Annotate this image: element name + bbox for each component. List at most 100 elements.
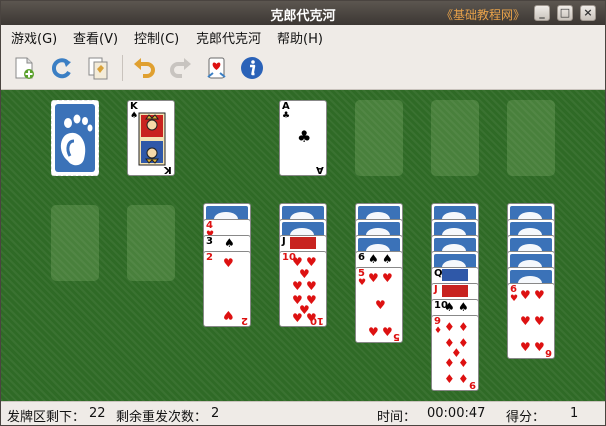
king-face-art xyxy=(138,112,166,166)
tableau-card[interactable]: 5 ♥ ♥ ♥ ♥ ♥ ♥ 5 xyxy=(355,267,403,343)
spade-pip-icon: ♠ xyxy=(368,252,379,266)
diamond-pip-icon: ♦ xyxy=(458,356,469,370)
foundation-2[interactable] xyxy=(355,100,403,176)
heart-pip-icon: ♥ xyxy=(520,340,531,354)
heart-pip-icon: ♥ xyxy=(534,314,545,328)
card-suit: ♦ xyxy=(434,326,443,336)
tableau-2-empty[interactable] xyxy=(127,205,175,281)
heart-pip-icon: ♥ xyxy=(382,271,393,285)
stock-count-value: 22 xyxy=(89,406,106,421)
menu-help[interactable]: 帮助(H) xyxy=(277,28,323,47)
stock-count-label: 发牌区剩下： xyxy=(7,410,86,425)
heart-pip-icon: ♥ xyxy=(292,279,303,293)
card-rank-bottom: 10 xyxy=(310,315,324,326)
menu-view[interactable]: 查看(V) xyxy=(73,28,118,47)
card-rank-bottom: 9 xyxy=(469,379,476,390)
heart-pip-icon: ♥ xyxy=(292,311,303,325)
redo-button[interactable] xyxy=(168,55,194,81)
card-rank: J xyxy=(282,236,286,247)
watermark-text: 《基础教程网》 xyxy=(441,8,526,22)
card-rank-bottom: 2 xyxy=(241,315,248,326)
card-rank: 3 xyxy=(206,236,213,247)
score-value: 1 xyxy=(570,406,579,421)
heart-pip-icon: ♥ xyxy=(520,288,531,302)
card-rank: 2 xyxy=(206,252,213,263)
menu-control[interactable]: 控制(C) xyxy=(134,28,179,47)
time-value: 00:00:47 xyxy=(427,406,486,421)
foundation-1[interactable]: A ♣ ♣ A xyxy=(279,100,327,176)
redeals-label: 剩余重发次数： xyxy=(116,410,208,425)
toolbar-separator xyxy=(122,55,123,81)
card-rank: J xyxy=(434,284,438,295)
undo-button[interactable] xyxy=(131,55,157,81)
title-bar[interactable]: 克郎代克河 《基础教程网》 _ □ × xyxy=(1,1,605,25)
score-label: 得分： xyxy=(506,410,546,425)
restart-icon xyxy=(51,58,71,79)
waste-pile-card[interactable]: K ♠ K xyxy=(127,100,175,176)
minimize-button[interactable]: _ xyxy=(534,5,550,21)
heart-pip-icon: ♥ xyxy=(520,314,531,328)
info-icon xyxy=(241,57,263,79)
jack-face-art xyxy=(442,285,468,297)
diamond-pip-icon: ♦ xyxy=(444,356,455,370)
heart-pip-icon: ♥ xyxy=(375,298,386,312)
deal-icon xyxy=(207,57,226,79)
tableau-card[interactable]: 9 ♦ ♦ ♦ ♦ ♦ ♦ ♦ ♦ ♦ ♦ 9 xyxy=(431,315,479,391)
spade-pip-icon: ♠ xyxy=(382,252,393,266)
new-game-icon xyxy=(15,57,34,79)
restart-button[interactable] xyxy=(48,55,74,81)
tableau-card[interactable]: 2 ♥ ♥ 2 xyxy=(203,251,251,327)
club-pip-icon: ♣ xyxy=(297,127,312,146)
foundation-4[interactable] xyxy=(507,100,555,176)
menu-klondike[interactable]: 克郎代克河 xyxy=(196,28,261,47)
heart-pip-icon: ♥ xyxy=(382,325,393,339)
tableau-card[interactable]: 6 ♥ ♥ ♥ ♥ ♥ ♥ ♥ 6 xyxy=(507,283,555,359)
close-button[interactable]: × xyxy=(580,5,596,21)
spade-pip-icon: ♠ xyxy=(224,236,235,250)
diamond-pip-icon: ♦ xyxy=(458,372,469,386)
heart-pip-icon: ♥ xyxy=(534,340,545,354)
diamond-pip-icon: ♦ xyxy=(444,320,455,334)
tableau-card[interactable]: 10 ♥ ♥ ♥ ♥ ♥ ♥ ♥ ♥ ♥ ♥ 10 xyxy=(279,251,327,327)
tableau-1-empty[interactable] xyxy=(51,205,99,281)
spade-pip-icon: ♠ xyxy=(458,300,469,314)
foundation-3[interactable] xyxy=(431,100,479,176)
heart-pip-icon: ♥ xyxy=(368,325,379,339)
diamond-pip-icon: ♦ xyxy=(444,372,455,386)
card-suit: ♥ xyxy=(510,294,519,304)
game-table: K ♠ K A ♣ ♣ A 4 3 ♠ 2 ♥ ♥ 2 J 10 ♥ ♥ ♥ ♥… xyxy=(1,90,605,401)
undo-icon xyxy=(134,58,155,78)
menu-game[interactable]: 游戏(G) xyxy=(11,28,57,47)
maximize-button[interactable]: □ xyxy=(557,5,573,21)
toolbar xyxy=(1,47,605,90)
diamond-pip-icon: ♦ xyxy=(458,320,469,334)
solitaire-window: 克郎代克河 《基础教程网》 _ □ × 游戏(G) 查看(V) 控制(C) 克郎… xyxy=(0,0,606,426)
queen-face-art xyxy=(442,269,468,281)
select-game-icon xyxy=(88,57,108,80)
heart-pip-icon: ♥ xyxy=(306,279,317,293)
heart-pip-icon: ♥ xyxy=(223,256,234,270)
gnome-foot-icon xyxy=(60,114,93,166)
spade-pip-icon: ♠ xyxy=(444,300,455,314)
heart-pip-icon: ♥ xyxy=(368,271,379,285)
redeals-value: 2 xyxy=(211,406,220,421)
card-suit: ♣ xyxy=(282,111,291,121)
new-game-button[interactable] xyxy=(11,55,37,81)
about-button[interactable] xyxy=(239,55,265,81)
card-rank-bottom: 5 xyxy=(393,331,400,342)
status-bar: 发牌区剩下： 22 剩余重发次数： 2 时间： 00:00:47 得分： 1 xyxy=(1,401,605,425)
card-rank: 6 xyxy=(358,252,365,263)
heart-pip-icon: ♥ xyxy=(534,288,545,302)
jack-face-art xyxy=(290,237,316,249)
select-game-button[interactable] xyxy=(85,55,111,81)
card-rank-bottom: A xyxy=(316,164,324,175)
redo-icon xyxy=(170,58,191,78)
card-suit: ♥ xyxy=(358,278,367,288)
time-label: 时间： xyxy=(377,410,417,425)
menu-bar: 游戏(G) 查看(V) 控制(C) 克郎代克河 帮助(H) xyxy=(1,25,605,47)
deal-button[interactable] xyxy=(204,55,230,81)
stock-pile[interactable] xyxy=(51,100,99,176)
card-rank-bottom: K xyxy=(164,164,172,175)
heart-pip-icon: ♥ xyxy=(223,308,234,322)
card-rank-bottom: 6 xyxy=(545,347,552,358)
